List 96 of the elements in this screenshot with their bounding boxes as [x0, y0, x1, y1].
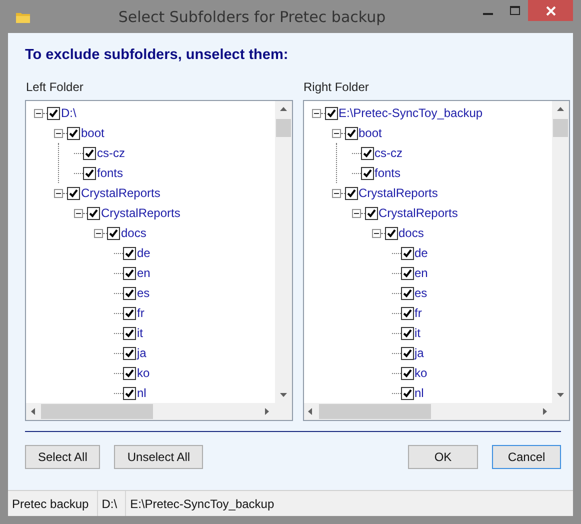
folder-label[interactable]: nl: [137, 386, 146, 400]
folder-label[interactable]: cs-cz: [97, 146, 125, 160]
checkbox[interactable]: [344, 126, 358, 140]
checkbox[interactable]: [360, 146, 374, 160]
folder-label[interactable]: fr: [137, 306, 144, 320]
close-button[interactable]: [528, 0, 573, 21]
folder-label[interactable]: ja: [414, 346, 424, 360]
collapse-icon[interactable]: [54, 128, 63, 138]
folder-label[interactable]: en: [137, 266, 150, 280]
folder-label[interactable]: fonts: [97, 166, 124, 180]
folder-label[interactable]: CrystalReports: [101, 206, 180, 220]
status-text: E:\Pretec-SyncToy_backup: [129, 496, 276, 512]
cancel-button[interactable]: Cancel: [492, 445, 561, 469]
action-button[interactable]: Select All: [25, 445, 100, 469]
collapse-icon[interactable]: [332, 128, 340, 138]
checkbox[interactable]: [400, 326, 414, 340]
folder-label[interactable]: en: [414, 266, 428, 280]
collapse-icon[interactable]: [54, 188, 63, 198]
folder-label[interactable]: ko: [414, 366, 428, 380]
folder-label[interactable]: CrystalReports: [358, 186, 438, 200]
folder-label[interactable]: E:\Pretec-SyncToy_backup: [338, 106, 483, 120]
folder-label[interactable]: es: [137, 286, 150, 300]
scroll-thumb[interactable]: [41, 404, 153, 419]
scroll-arrow-icon[interactable]: [28, 407, 38, 416]
checkbox[interactable]: [364, 206, 378, 220]
window-title: Select Subfolders for Pretec backup: [117, 8, 387, 26]
checkbox[interactable]: [400, 346, 414, 360]
folder-label[interactable]: boot: [81, 126, 104, 140]
folder-label[interactable]: CrystalReports: [81, 186, 160, 200]
checkbox[interactable]: [324, 106, 338, 120]
scroll-thumb[interactable]: [318, 404, 430, 419]
checkbox[interactable]: [400, 366, 414, 380]
collapse-icon[interactable]: [94, 228, 103, 238]
checkbox[interactable]: [123, 346, 136, 360]
scroll-thumb[interactable]: [276, 119, 290, 137]
checkbox[interactable]: [400, 386, 414, 400]
folder-label[interactable]: nl: [414, 386, 424, 400]
collapse-icon[interactable]: [332, 188, 340, 198]
checkbox[interactable]: [47, 106, 60, 120]
collapse-icon[interactable]: [372, 228, 380, 238]
horizontal-scrollbar[interactable]: [304, 403, 552, 420]
ok-button[interactable]: OK: [408, 445, 478, 469]
scroll-thumb[interactable]: [553, 119, 568, 137]
checkbox[interactable]: [123, 366, 136, 380]
collapse-icon[interactable]: [312, 108, 320, 118]
folder-label[interactable]: docs: [121, 226, 146, 240]
checkbox[interactable]: [67, 126, 80, 140]
collapse-icon[interactable]: [74, 208, 83, 218]
scroll-arrow-icon[interactable]: [278, 104, 288, 114]
scroll-arrow-icon[interactable]: [556, 104, 565, 114]
folder-label[interactable]: de: [137, 246, 150, 260]
checkbox[interactable]: [384, 226, 398, 240]
checkbox[interactable]: [83, 146, 96, 160]
folder-label[interactable]: docs: [398, 226, 424, 240]
folder-label[interactable]: fonts: [374, 166, 401, 180]
checkbox[interactable]: [360, 166, 374, 180]
checkbox[interactable]: [400, 286, 414, 300]
vertical-scrollbar[interactable]: [274, 101, 292, 403]
action-button[interactable]: Unselect All: [114, 445, 204, 469]
folder-label[interactable]: ko: [137, 366, 150, 380]
checkbox[interactable]: [67, 186, 80, 200]
instruction-text: To exclude subfolders, unselect them:: [25, 47, 290, 63]
folder-label[interactable]: CrystalReports: [378, 206, 458, 220]
panel-label: Right Folder: [304, 80, 370, 94]
folder-label[interactable]: ja: [137, 346, 146, 360]
folder-label[interactable]: D:\: [61, 106, 76, 120]
checkbox[interactable]: [123, 246, 136, 260]
vertical-scrollbar[interactable]: [552, 101, 569, 403]
status-text: Pretec backup: [8, 491, 98, 516]
checkbox[interactable]: [123, 326, 136, 340]
checkbox[interactable]: [107, 226, 120, 240]
collapse-icon[interactable]: [352, 208, 360, 218]
checkbox[interactable]: [87, 206, 100, 220]
folder-label[interactable]: es: [414, 286, 428, 300]
folder-label[interactable]: it: [414, 326, 420, 340]
checkbox[interactable]: [83, 166, 96, 180]
folder-icon: [16, 10, 30, 22]
horizontal-scrollbar[interactable]: [26, 403, 274, 420]
close-icon[interactable]: [546, 6, 556, 16]
checkbox[interactable]: [123, 266, 136, 280]
checkbox[interactable]: [123, 306, 136, 320]
folder-label[interactable]: it: [137, 326, 143, 340]
checkbox[interactable]: [400, 266, 414, 280]
checkbox[interactable]: [123, 286, 136, 300]
checkbox[interactable]: [400, 246, 414, 260]
folder-label[interactable]: cs-cz: [374, 146, 402, 160]
scroll-arrow-icon[interactable]: [306, 407, 315, 416]
checkbox[interactable]: [123, 386, 136, 400]
checkbox[interactable]: [344, 186, 358, 200]
folder-label[interactable]: fr: [414, 306, 422, 320]
panel-label: Left Folder: [26, 80, 84, 94]
folder-label[interactable]: de: [414, 246, 428, 260]
folder-label[interactable]: boot: [358, 126, 382, 140]
checkbox[interactable]: [400, 306, 414, 320]
status-text: D:\: [98, 491, 126, 516]
collapse-icon[interactable]: [34, 108, 43, 118]
